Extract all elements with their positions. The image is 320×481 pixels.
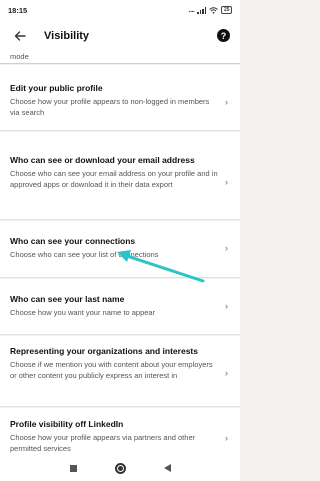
list-item-partial[interactable]: mode xyxy=(0,52,240,64)
chevron-right-icon: › xyxy=(225,368,228,378)
arrow-left-icon[interactable] xyxy=(10,26,30,46)
list-item-public-profile[interactable]: Edit your public profile Choose how your… xyxy=(0,65,240,131)
list-item-connections-visibility[interactable]: Who can see your connections Choose who … xyxy=(0,221,240,278)
item-title: Who can see your connections xyxy=(10,236,136,246)
status-bar: 18:15 .... 25 xyxy=(0,0,240,20)
signal-bars-icon xyxy=(197,6,207,14)
item-description: Choose how your profile appears to non-l… xyxy=(10,97,210,117)
wifi-icon xyxy=(209,6,219,14)
chevron-right-icon: › xyxy=(225,243,228,253)
item-title: Who can see your last name xyxy=(10,294,125,304)
chevron-right-icon: › xyxy=(225,97,228,107)
item-description: Choose if we mention you with content ab… xyxy=(10,360,213,380)
status-time: 18:15 xyxy=(8,5,28,15)
home-circle-icon[interactable] xyxy=(114,462,126,474)
item-description: Choose who can see your email address on… xyxy=(10,169,218,189)
list-item-off-linkedin[interactable]: Profile visibility off LinkedIn Choose h… xyxy=(0,408,240,455)
list-item-last-name[interactable]: Who can see your last name Choose how yo… xyxy=(0,279,240,335)
item-title: Edit your public profile xyxy=(10,83,103,93)
settings-list: mode Edit your public profile Choose how… xyxy=(0,52,240,455)
item-title: Profile visibility off LinkedIn xyxy=(10,419,124,429)
back-triangle-icon[interactable] xyxy=(163,464,171,472)
item-description: Choose how you want your name to appear xyxy=(10,308,156,317)
chevron-right-icon: › xyxy=(225,301,228,311)
battery-icon: 25 xyxy=(221,6,232,14)
item-title: Representing your organizations and inte… xyxy=(10,346,198,356)
list-item-email-visibility[interactable]: Who can see or download your email addre… xyxy=(0,132,240,220)
item-title: Who can see or download your email addre… xyxy=(10,155,195,165)
status-icons: .... 25 xyxy=(189,6,232,14)
signal-dots-icon: .... xyxy=(188,6,195,14)
help-icon[interactable]: ? xyxy=(217,29,230,42)
page-title: Visibility xyxy=(44,30,90,42)
system-nav-bar xyxy=(0,455,240,481)
app-bar: Visibility ? xyxy=(0,20,240,52)
list-item-organizations-interests[interactable]: Representing your organizations and inte… xyxy=(0,336,240,407)
item-description: Choose who can see your list of connecti… xyxy=(10,250,159,259)
item-description: mode xyxy=(10,52,29,61)
item-description: Choose how your profile appears via part… xyxy=(10,433,196,453)
chevron-right-icon: › xyxy=(225,177,228,187)
recent-apps-square-icon[interactable] xyxy=(69,464,77,472)
chevron-right-icon: › xyxy=(225,433,228,443)
